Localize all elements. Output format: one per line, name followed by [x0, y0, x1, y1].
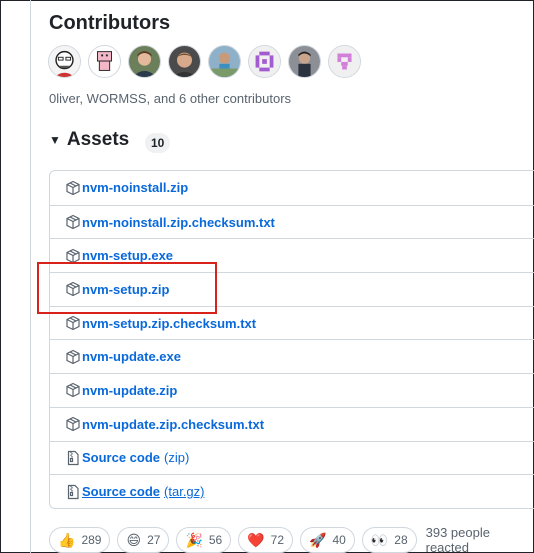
contributors-summary: 0liver, WORMSS, and 6 other contributors	[49, 91, 292, 106]
assets-list: nvm-noinstall.zip nvm-noinstall.zip.chec…	[49, 170, 534, 509]
asset-link[interactable]: nvm-setup.zip.checksum.txt	[82, 316, 256, 331]
asset-row: nvm-update.zip	[50, 373, 534, 407]
laugh-icon: 😄	[126, 532, 142, 548]
source-code-targz-suffix[interactable]: (tar.gz)	[164, 484, 204, 499]
reaction-count: 27	[147, 533, 161, 547]
contributor-avatar[interactable]	[248, 45, 281, 78]
asset-link[interactable]: nvm-noinstall.zip	[82, 180, 188, 195]
asset-row: nvm-update.exe	[50, 339, 534, 373]
contributor-avatar[interactable]	[328, 45, 361, 78]
package-icon	[65, 349, 81, 365]
asset-link[interactable]: nvm-update.exe	[82, 349, 181, 364]
package-icon	[65, 214, 81, 230]
reaction-heart-button[interactable]: ❤️ 72	[238, 527, 294, 553]
highlight-box	[37, 262, 217, 314]
reaction-laugh-button[interactable]: 😄 27	[117, 527, 170, 553]
asset-link[interactable]: nvm-update.zip.checksum.txt	[82, 417, 264, 432]
source-code-zip-link[interactable]: Source code	[82, 450, 160, 465]
reaction-count: 72	[270, 533, 285, 547]
asset-link[interactable]: nvm-setup.exe	[82, 248, 173, 263]
contributor-avatar[interactable]	[168, 45, 201, 78]
source-code-targz-link[interactable]: Source code	[82, 484, 160, 499]
eyes-icon: 👀	[370, 532, 389, 548]
assets-toggle[interactable]: ▼ Assets	[49, 129, 129, 151]
reaction-hooray-button[interactable]: 🎉 56	[176, 527, 232, 553]
reaction-count: 40	[332, 533, 346, 547]
contributor-avatar[interactable]	[288, 45, 321, 78]
timeline-line	[30, 0, 31, 553]
package-icon	[65, 180, 81, 196]
asset-link[interactable]: nvm-noinstall.zip.checksum.txt	[82, 215, 275, 230]
caret-down-icon: ▼	[49, 133, 61, 147]
assets-count-badge: 10	[145, 133, 171, 153]
package-icon	[65, 315, 81, 331]
contributor-avatar[interactable]	[48, 45, 81, 78]
source-code-zip-suffix[interactable]: (zip)	[164, 450, 189, 465]
asset-link[interactable]: nvm-update.zip	[82, 383, 177, 398]
hooray-icon: 🎉	[185, 532, 203, 548]
asset-row: nvm-update.zip.checksum.txt	[50, 406, 534, 441]
reaction-rocket-button[interactable]: 🚀 40	[300, 527, 355, 553]
file-zip-icon	[65, 450, 81, 466]
asset-row: nvm-noinstall.zip.checksum.txt	[50, 204, 534, 239]
reaction-count: 56	[208, 533, 223, 547]
asset-row: Source code (tar.gz)	[50, 474, 534, 508]
file-zip-icon	[65, 484, 81, 500]
rocket-icon: 🚀	[309, 532, 327, 548]
asset-row: nvm-noinstall.zip	[50, 171, 534, 205]
package-icon	[65, 416, 81, 432]
contributor-avatar[interactable]	[128, 45, 161, 78]
reaction-count: 28	[394, 533, 408, 547]
reaction-count: 289	[81, 533, 102, 547]
contributors-title: Contributors	[49, 12, 171, 34]
package-icon	[65, 382, 81, 398]
asset-row: Source code (zip)	[50, 440, 534, 475]
reactions-summary: 393 people reacted	[425, 525, 490, 553]
reaction-thumbs-up-button[interactable]: 👍 289	[49, 527, 111, 553]
contributor-avatar[interactable]	[88, 45, 121, 78]
thumbs-up-icon: 👍	[58, 532, 76, 548]
contributors-avatars	[48, 45, 361, 78]
contributor-avatar[interactable]	[208, 45, 241, 78]
heart-icon: ❤️	[247, 532, 265, 548]
reaction-eyes-button[interactable]: 👀 28	[361, 527, 417, 553]
assets-title: Assets	[66, 129, 130, 150]
reactions-bar: 👍 289 😄 27 🎉 56 ❤️ 72 🚀 40 👀 28 393 peop…	[49, 525, 534, 553]
